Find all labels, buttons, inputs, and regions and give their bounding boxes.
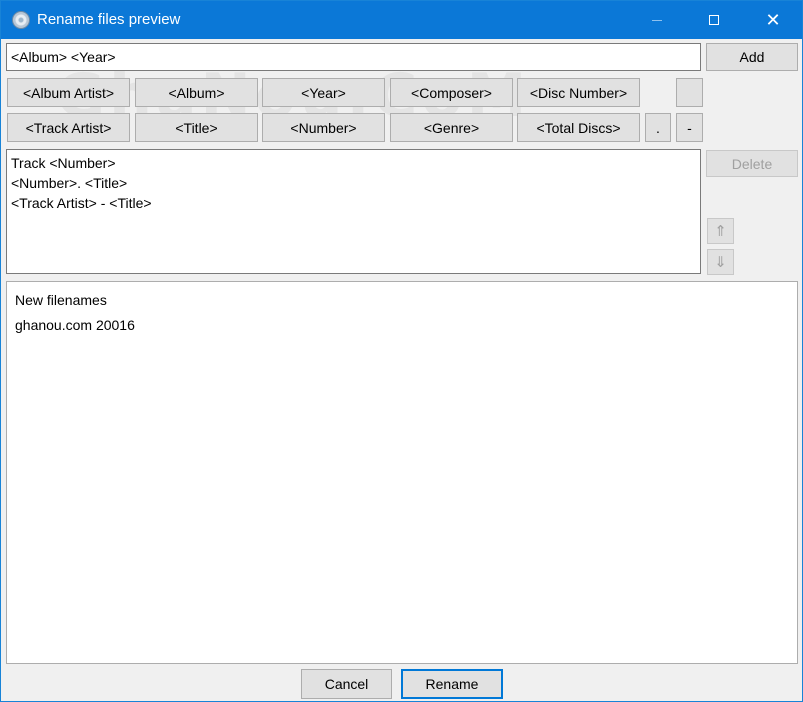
move-down-button[interactable]: ⇓ xyxy=(707,249,734,275)
pattern-input[interactable] xyxy=(6,43,701,71)
cancel-button[interactable]: Cancel xyxy=(301,669,392,699)
new-filenames-list[interactable]: New filenames ghanou.com 20016 xyxy=(6,281,798,664)
minimize-icon xyxy=(652,19,662,21)
tag-dot-button[interactable]: . xyxy=(645,113,671,142)
templates-list[interactable]: Track <Number> <Number>. <Title> <Track … xyxy=(6,149,701,274)
tag-dash-button[interactable]: - xyxy=(676,113,703,142)
list-item[interactable]: <Track Artist> - <Title> xyxy=(11,193,696,213)
minimize-button[interactable] xyxy=(634,1,680,39)
delete-button[interactable]: Delete xyxy=(706,150,798,177)
tag-total-discs-button[interactable]: <Total Discs> xyxy=(517,113,640,142)
window-title: Rename files preview xyxy=(37,11,181,28)
list-item[interactable]: <Number>. <Title> xyxy=(11,173,696,193)
tag-album-button[interactable]: <Album> xyxy=(135,78,258,107)
list-header: New filenames xyxy=(15,292,107,308)
tag-title-button[interactable]: <Title> xyxy=(135,113,258,142)
tag-track-artist-button[interactable]: <Track Artist> xyxy=(7,113,130,142)
close-icon: ✕ xyxy=(765,10,781,30)
maximize-button[interactable] xyxy=(691,1,737,39)
tag-space-button[interactable] xyxy=(676,78,703,107)
add-button[interactable]: Add xyxy=(706,43,798,71)
tag-album-artist-button[interactable]: <Album Artist> xyxy=(7,78,130,107)
title-bar[interactable]: Rename files preview ✕ xyxy=(1,1,802,39)
move-up-button[interactable]: ⇑ xyxy=(707,218,734,244)
rename-button[interactable]: Rename xyxy=(401,669,503,699)
close-button[interactable]: ✕ xyxy=(750,1,796,39)
list-item[interactable]: ghanou.com 20016 xyxy=(15,313,789,338)
list-item[interactable]: Track <Number> xyxy=(11,153,696,173)
maximize-icon xyxy=(709,15,719,25)
arrow-down-icon: ⇓ xyxy=(714,254,727,271)
arrow-up-icon: ⇑ xyxy=(714,223,727,240)
tag-year-button[interactable]: <Year> xyxy=(262,78,385,107)
disc-app-icon xyxy=(12,11,30,29)
tag-composer-button[interactable]: <Composer> xyxy=(390,78,513,107)
rename-files-window: Rename files preview ✕ GhaNou.CoM Add <A… xyxy=(0,0,803,702)
tag-disc-number-button[interactable]: <Disc Number> xyxy=(517,78,640,107)
tag-number-button[interactable]: <Number> xyxy=(262,113,385,142)
tag-genre-button[interactable]: <Genre> xyxy=(390,113,513,142)
